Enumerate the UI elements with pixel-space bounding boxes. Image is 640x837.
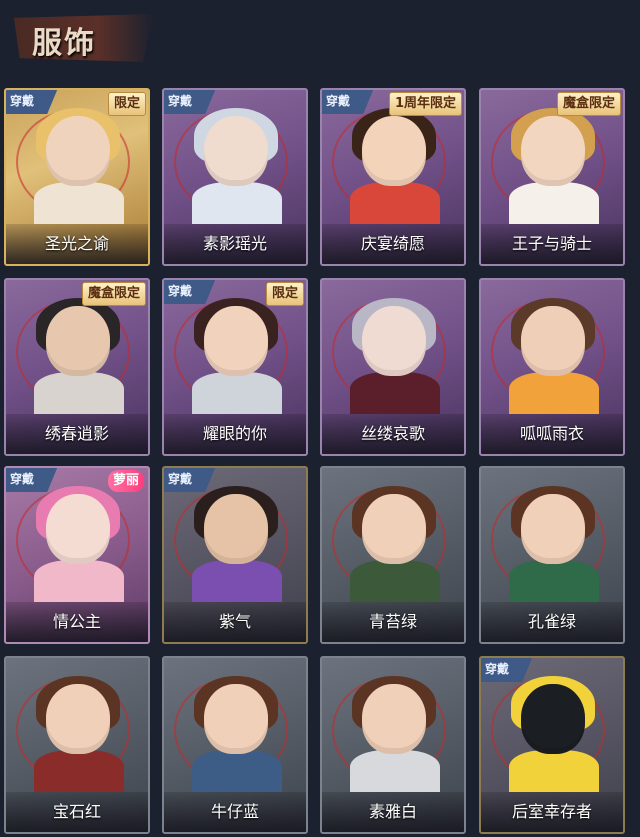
- character-outfit: [350, 372, 440, 414]
- costume-card[interactable]: 王子与骑士 魔盒限定: [479, 88, 625, 266]
- costume-name: 素影瑶光: [202, 234, 267, 253]
- costume-card[interactable]: 庆宴绮愿 穿戴 1周年限定: [320, 88, 466, 266]
- costume-portrait: [322, 468, 464, 602]
- costume-name: 牛仔蓝: [210, 802, 259, 821]
- character-outfit: [192, 750, 282, 792]
- character-face: [362, 306, 426, 376]
- costume-name: 素雅白: [368, 802, 417, 821]
- costume-card[interactable]: 孔雀绿: [479, 466, 625, 644]
- character-face: [46, 116, 110, 186]
- costume-grid: 圣光之谕 穿戴 限定 素影瑶光 穿戴 庆宴绮愿 穿戴 1周年限定 王子与骑士 魔盒限定 绣春逍影 魔盒…: [4, 88, 640, 837]
- header: 服饰: [0, 0, 640, 80]
- character-outfit: [509, 560, 599, 602]
- costume-card[interactable]: 素影瑶光 穿戴: [162, 88, 308, 266]
- costume-card[interactable]: 青苔绿: [320, 466, 466, 644]
- limited-badge: 限定: [265, 282, 304, 306]
- costume-portrait: [322, 658, 464, 792]
- character-outfit: [192, 560, 282, 602]
- character-face: [204, 116, 268, 186]
- costume-name: 圣光之谕: [44, 234, 109, 253]
- costume-card[interactable]: 呱呱雨衣: [479, 278, 625, 456]
- costume-name: 耀眼的你: [202, 424, 267, 443]
- costume-card[interactable]: 耀眼的你 穿戴 限定: [162, 278, 308, 456]
- character-face: [521, 116, 585, 186]
- character-face: [521, 306, 585, 376]
- character-outfit: [192, 372, 282, 414]
- limited-badge: 限定: [107, 92, 146, 116]
- costume-card[interactable]: 紫气 穿戴: [162, 466, 308, 644]
- character-face: [521, 494, 585, 564]
- costume-portrait: [481, 468, 623, 602]
- character-outfit: [509, 182, 599, 224]
- costume-card[interactable]: 宝石红: [4, 656, 150, 834]
- character-face: [362, 116, 426, 186]
- character-outfit: [192, 182, 282, 224]
- character-outfit: [509, 750, 599, 792]
- character-outfit: [34, 560, 124, 602]
- character-outfit: [350, 182, 440, 224]
- limited-badge: 魔盒限定: [556, 92, 621, 116]
- costume-name: 丝缕哀歌: [360, 424, 425, 443]
- character-face: [46, 306, 110, 376]
- costume-name: 后室幸存者: [511, 802, 592, 821]
- costume-card[interactable]: 绣春逍影 魔盒限定: [4, 278, 150, 456]
- costume-card[interactable]: 牛仔蓝: [162, 656, 308, 834]
- character-face: [204, 306, 268, 376]
- limited-badge: 魔盒限定: [81, 282, 146, 306]
- costume-card[interactable]: 素雅白: [320, 656, 466, 834]
- costume-card[interactable]: 后室幸存者 穿戴: [479, 656, 625, 834]
- character-face: [521, 684, 585, 754]
- costume-portrait: [322, 280, 464, 414]
- costume-name: 青苔绿: [368, 612, 417, 631]
- costume-portrait: [6, 658, 148, 792]
- character-outfit: [350, 750, 440, 792]
- character-face: [46, 494, 110, 564]
- costume-card[interactable]: 丝缕哀歌: [320, 278, 466, 456]
- costume-name: 庆宴绮愿: [360, 234, 425, 253]
- character-face: [204, 684, 268, 754]
- character-outfit: [34, 372, 124, 414]
- costume-card[interactable]: 圣光之谕 穿戴 限定: [4, 88, 150, 266]
- costume-name: 孔雀绿: [527, 612, 576, 631]
- costume-name: 王子与骑士: [511, 234, 592, 253]
- collab-badge: 萝丽: [107, 470, 144, 492]
- character-face: [362, 494, 426, 564]
- character-face: [46, 684, 110, 754]
- limited-badge: 1周年限定: [388, 92, 462, 116]
- page-title: 服饰: [32, 26, 96, 61]
- character-outfit: [509, 372, 599, 414]
- character-outfit: [34, 182, 124, 224]
- character-outfit: [34, 750, 124, 792]
- character-outfit: [350, 560, 440, 602]
- costume-name: 情公主: [52, 612, 101, 631]
- character-face: [204, 494, 268, 564]
- character-face: [362, 684, 426, 754]
- costume-portrait: [164, 658, 306, 792]
- costume-portrait: [481, 280, 623, 414]
- costume-name: 紫气: [218, 612, 251, 631]
- costume-name: 宝石红: [52, 802, 101, 821]
- costume-name: 呱呱雨衣: [519, 424, 584, 443]
- costume-card[interactable]: 情公主 穿戴 萝丽: [4, 466, 150, 644]
- costume-name: 绣春逍影: [44, 424, 109, 443]
